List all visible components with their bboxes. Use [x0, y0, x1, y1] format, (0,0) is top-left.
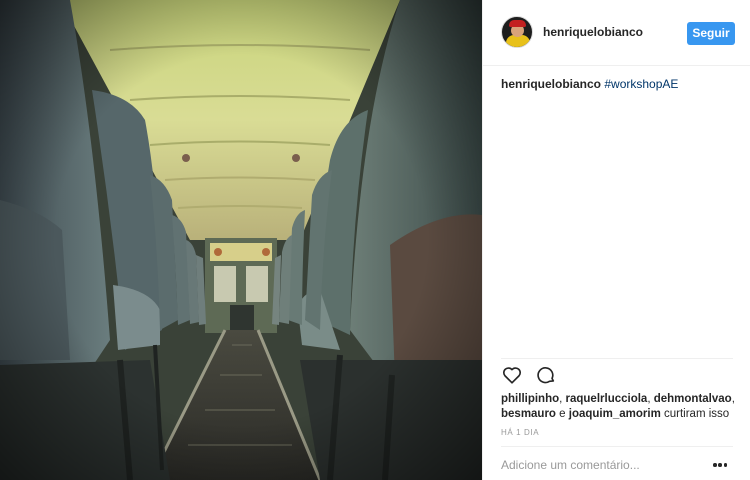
like-user[interactable]: dehmontalvao: [654, 393, 732, 405]
separator: ,: [731, 393, 735, 405]
like-user[interactable]: phillipinho: [501, 393, 559, 405]
instagram-post: henriquelobianco Seguir henriquelobianco…: [0, 0, 750, 480]
post-header: henriquelobianco Seguir: [483, 0, 750, 66]
post-photo[interactable]: [0, 0, 482, 480]
likes-summary: phillipinho, raquelrlucciola, dehmontalv…: [501, 392, 741, 422]
post-sidebar: henriquelobianco Seguir henriquelobianco…: [482, 0, 750, 480]
divider: [501, 446, 733, 447]
comment-bubble-icon[interactable]: [535, 364, 557, 386]
separator: e: [555, 408, 569, 420]
dot: [723, 463, 727, 467]
caption-author[interactable]: henriquelobianco: [501, 77, 601, 91]
likes-suffix: curtiram isso: [660, 408, 730, 420]
caption-hashtag[interactable]: #workshopAE: [604, 77, 678, 91]
dot: [713, 463, 717, 467]
author-username[interactable]: henriquelobianco: [543, 25, 643, 39]
like-user[interactable]: raquelrlucciola: [566, 393, 648, 405]
bus-interior-photo: [0, 0, 482, 480]
more-options-icon[interactable]: [713, 463, 727, 467]
post-actions: [501, 364, 557, 388]
avatar-hat: [509, 20, 526, 27]
dot: [718, 463, 722, 467]
post-caption: henriquelobianco #workshopAE: [501, 76, 741, 92]
comment-input[interactable]: [501, 456, 701, 474]
heart-icon[interactable]: [501, 364, 523, 386]
like-user[interactable]: joaquim_amorim: [569, 408, 661, 420]
follow-button[interactable]: Seguir: [687, 22, 735, 45]
like-user[interactable]: besmauro: [501, 408, 556, 420]
avatar[interactable]: [501, 16, 533, 48]
divider: [501, 358, 733, 359]
post-timestamp[interactable]: HÁ 1 DIA: [501, 428, 539, 437]
